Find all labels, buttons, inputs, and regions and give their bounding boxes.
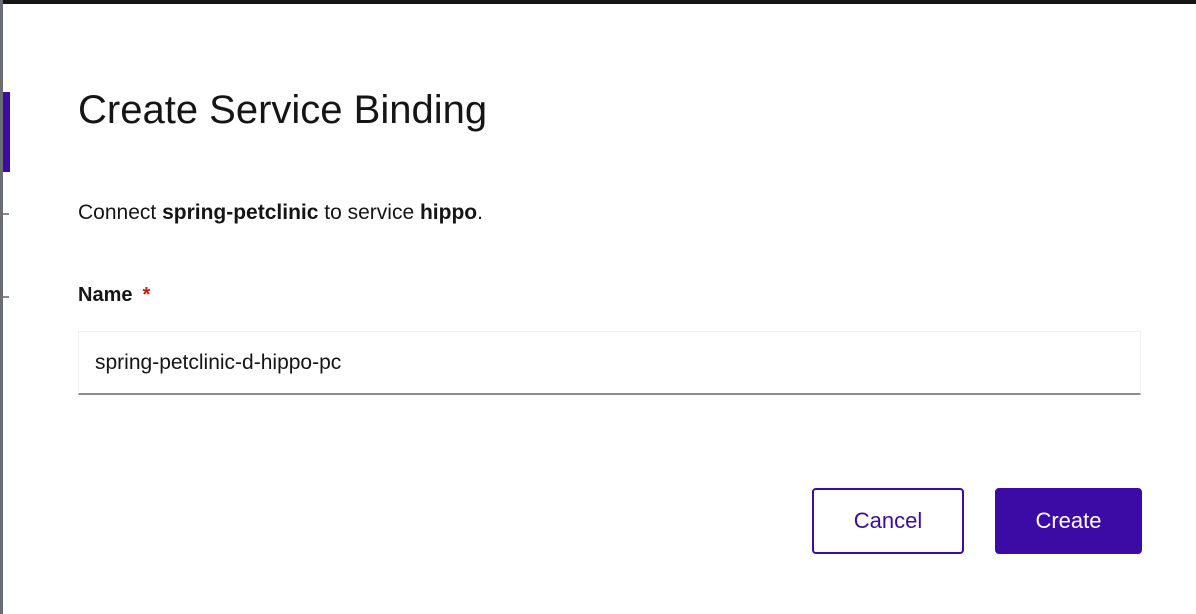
name-input[interactable] <box>78 331 1141 395</box>
background-divider <box>3 296 9 298</box>
description-prefix: Connect <box>78 201 163 224</box>
background-divider <box>3 213 9 215</box>
description-suffix: . <box>477 201 483 224</box>
screen: Create Service Binding Connect spring-pe… <box>0 0 1196 614</box>
source-application-name: spring-petclinic <box>162 201 319 224</box>
description-middle: to service <box>318 201 420 224</box>
modal-title: Create Service Binding <box>78 88 488 132</box>
create-service-binding-modal: Create Service Binding Connect spring-pe… <box>12 4 1196 614</box>
modal-description: Connect spring-petclinic to service hipp… <box>78 200 483 226</box>
create-button[interactable]: Create <box>995 488 1142 554</box>
cancel-button[interactable]: Cancel <box>812 488 964 554</box>
target-service-name: hippo <box>419 201 478 224</box>
required-indicator: * <box>142 284 151 306</box>
background-nav-accent <box>3 92 10 172</box>
name-label-text: Name <box>78 284 133 306</box>
name-field-label: Name * <box>78 282 150 308</box>
